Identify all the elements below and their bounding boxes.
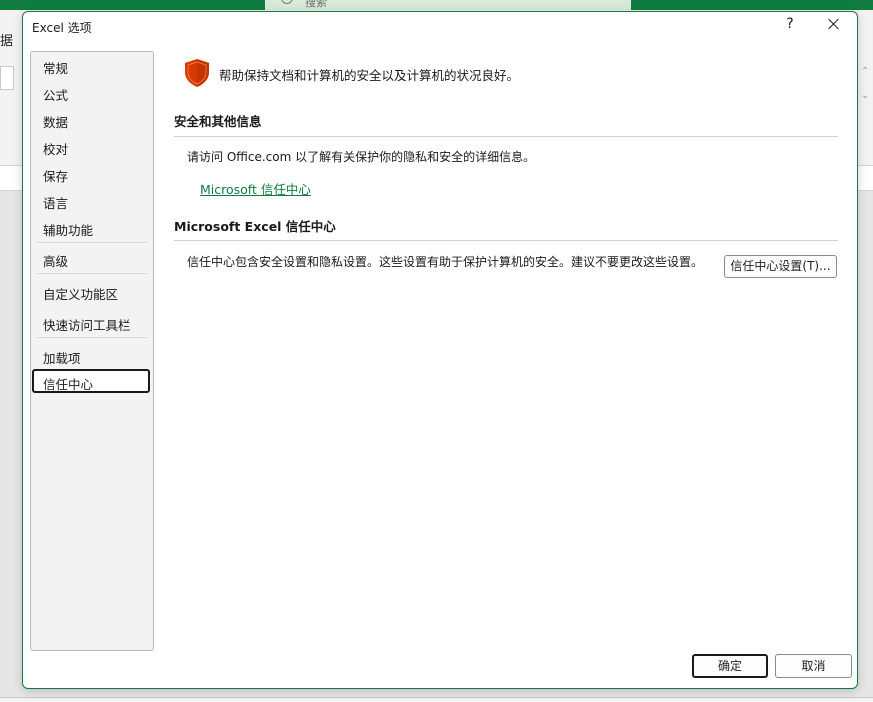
search-icon <box>281 0 293 4</box>
shield-icon <box>185 59 209 87</box>
ribbon-tab-fragment[interactable]: 据 <box>0 30 13 49</box>
cancel-button[interactable]: 取消 <box>775 654 852 678</box>
nav-divider <box>37 273 147 274</box>
nav-item-accessibility[interactable]: 辅助功能 <box>43 220 93 239</box>
security-info-text: 请访问 Office.com 以了解有关保护你的隐私和安全的详细信息。 <box>187 150 536 164</box>
nav-item-general[interactable]: 常规 <box>43 58 68 77</box>
section-heading-trust-center: Microsoft Excel 信任中心 <box>174 219 336 234</box>
nav-item-label: 信任中心 <box>43 377 94 392</box>
chevron-down-icon[interactable]: ⌄ <box>861 90 869 101</box>
status-bar <box>0 697 873 702</box>
trust-center-settings-button[interactable]: 信任中心设置(T)... <box>724 255 837 278</box>
excel-options-dialog: Excel 选项 ? 常规 公式 数据 校对 保存 语言 辅助功能 高级 自定义… <box>22 11 858 689</box>
section-divider <box>174 240 838 241</box>
section-heading-security: 安全和其他信息 <box>174 114 262 129</box>
nav-item-quick-access-toolbar[interactable]: 快速访问工具栏 <box>43 315 131 334</box>
nav-item-language[interactable]: 语言 <box>43 193 68 212</box>
nav-item-customize-ribbon[interactable]: 自定义功能区 <box>43 284 118 303</box>
nav-item-add-ins[interactable]: 加载项 <box>43 348 81 367</box>
chevron-up-icon[interactable]: ⌃ <box>861 66 869 77</box>
search-placeholder: 搜索 <box>305 0 327 9</box>
close-icon[interactable] <box>825 15 843 33</box>
help-button[interactable]: ? <box>783 16 797 32</box>
ribbon-control[interactable] <box>0 66 14 90</box>
nav-divider <box>37 337 147 338</box>
dialog-title: Excel 选项 <box>32 21 92 35</box>
options-nav: 常规 公式 数据 校对 保存 语言 辅助功能 高级 自定义功能区 快速访问工具栏… <box>30 51 154 651</box>
section-divider <box>174 136 838 137</box>
trust-center-description: 信任中心包含安全设置和隐私设置。这些设置有助于保护计算机的安全。建议不要更改这些… <box>187 255 704 269</box>
nav-item-trust-center[interactable]: 信任中心 <box>32 369 150 393</box>
nav-divider <box>37 242 147 243</box>
microsoft-trust-center-link[interactable]: Microsoft 信任中心 <box>200 179 311 198</box>
nav-item-advanced[interactable]: 高级 <box>43 251 68 270</box>
nav-item-formulas[interactable]: 公式 <box>43 85 68 104</box>
nav-item-save[interactable]: 保存 <box>43 166 68 185</box>
ok-button[interactable]: 确定 <box>692 654 768 678</box>
nav-item-data[interactable]: 数据 <box>43 112 68 131</box>
nav-item-proofing[interactable]: 校对 <box>43 139 68 158</box>
intro-text: 帮助保持文档和计算机的安全以及计算机的状况良好。 <box>219 68 520 83</box>
